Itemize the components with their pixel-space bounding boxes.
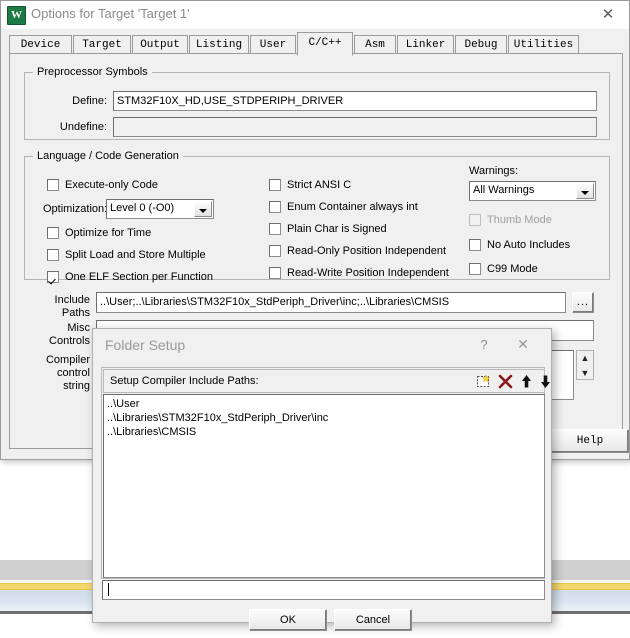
list-item[interactable]: ..\User xyxy=(107,397,541,411)
compiler-control-label-line3: string xyxy=(63,380,90,392)
checkbox-strict-ansi-c[interactable] xyxy=(269,179,281,191)
scroll-up-icon[interactable]: ▲ xyxy=(577,351,593,365)
checkbox-thumb-mode xyxy=(469,214,481,226)
close-icon[interactable]: ✕ xyxy=(511,335,535,353)
label-split-load-store: Split Load and Store Multiple xyxy=(65,249,206,261)
checkbox-read-only-position-independent[interactable] xyxy=(269,245,281,257)
move-up-icon[interactable] xyxy=(517,372,536,391)
checkbox-split-load-store[interactable] xyxy=(47,249,59,261)
label-c99-mode: C99 Mode xyxy=(487,263,538,275)
label-enum-container-int: Enum Container always int xyxy=(287,201,418,213)
tab-target[interactable]: Target xyxy=(73,35,131,54)
warnings-value: All Warnings xyxy=(473,184,535,196)
misc-controls-label-line2: Controls xyxy=(49,335,90,347)
include-paths-browse-button[interactable]: ... xyxy=(572,292,594,313)
tab-c-cpp[interactable]: C/C++ xyxy=(297,32,353,56)
text-caret xyxy=(108,583,109,596)
checkbox-execute-only-code[interactable] xyxy=(47,179,59,191)
label-thumb-mode: Thumb Mode xyxy=(487,214,552,226)
title-bar: W Options for Target 'Target 1' ✕ xyxy=(1,1,629,29)
label-execute-only-code: Execute-only Code xyxy=(65,179,158,191)
label-read-write-position-independent: Read-Write Position Independent xyxy=(287,267,449,279)
misc-controls-label-line1: Misc xyxy=(67,322,90,334)
checkbox-enum-container-int[interactable] xyxy=(269,201,281,213)
scroll-down-icon[interactable]: ▼ xyxy=(577,366,593,380)
chevron-down-icon[interactable] xyxy=(576,183,594,199)
tab-device[interactable]: Device xyxy=(9,35,72,54)
setup-include-paths-label: Setup Compiler Include Paths: xyxy=(110,375,259,387)
help-button[interactable]: Help xyxy=(551,429,629,453)
folder-setup-title: Folder Setup xyxy=(105,337,186,353)
preprocessor-symbols-group: Preprocessor Symbols Define: STM32F10X_H… xyxy=(24,66,610,140)
new-path-input[interactable] xyxy=(102,580,545,600)
undefine-label: Undefine: xyxy=(59,121,107,133)
keil-uvision-icon: W xyxy=(7,6,26,25)
help-icon[interactable]: ? xyxy=(476,337,492,352)
undefine-input[interactable] xyxy=(113,117,597,137)
tab-listing[interactable]: Listing xyxy=(189,35,249,54)
new-folder-icon[interactable] xyxy=(474,372,493,391)
compiler-control-scroll-spinner[interactable]: ▲ ▼ xyxy=(576,350,594,380)
include-paths-input[interactable]: ..\User;..\Libraries\STM32F10x_StdPeriph… xyxy=(96,292,566,313)
list-item[interactable]: ..\Libraries\CMSIS xyxy=(107,425,541,439)
preprocessor-group-title: Preprocessor Symbols xyxy=(33,66,152,78)
folder-setup-toolbar: Setup Compiler Include Paths: xyxy=(103,369,550,393)
label-no-auto-includes: No Auto Includes xyxy=(487,239,571,251)
checkbox-read-write-position-independent[interactable] xyxy=(269,267,281,279)
label-read-only-position-independent: Read-Only Position Independent xyxy=(287,245,446,257)
checkbox-no-auto-includes[interactable] xyxy=(469,239,481,251)
warnings-label: Warnings: xyxy=(469,165,519,177)
chevron-down-icon[interactable] xyxy=(194,201,212,217)
language-code-generation-group: Language / Code Generation Execute-only … xyxy=(24,150,610,283)
tab-debug[interactable]: Debug xyxy=(455,35,507,54)
define-label: Define: xyxy=(72,95,107,107)
checkbox-one-elf-section[interactable] xyxy=(47,271,59,283)
ok-button[interactable]: OK xyxy=(249,609,327,631)
list-item[interactable]: ..\Libraries\STM32F10x_StdPeriph_Driver\… xyxy=(107,411,541,425)
tab-strip: Device Target Output Listing User C/C++ … xyxy=(9,32,623,56)
include-paths-label-line1: Include xyxy=(54,294,90,306)
close-icon[interactable]: ✕ xyxy=(591,4,625,26)
folder-setup-body: Setup Compiler Include Paths: ..\User ..… xyxy=(101,367,550,579)
label-strict-ansi-c: Strict ANSI C xyxy=(287,179,352,191)
label-plain-char-signed: Plain Char is Signed xyxy=(287,223,387,235)
checkbox-plain-char-signed[interactable] xyxy=(269,223,281,235)
tab-asm[interactable]: Asm xyxy=(354,35,396,54)
warnings-select[interactable]: All Warnings xyxy=(469,181,596,201)
delete-icon[interactable] xyxy=(496,372,515,391)
tab-user[interactable]: User xyxy=(250,35,296,54)
tab-linker[interactable]: Linker xyxy=(397,35,454,54)
cancel-button[interactable]: Cancel xyxy=(334,609,412,631)
include-paths-label-line2: Paths xyxy=(61,307,90,319)
optimization-select[interactable]: Level 0 (-O0) xyxy=(106,199,214,219)
checkbox-optimize-for-time[interactable] xyxy=(47,227,59,239)
compiler-control-label-line2: control xyxy=(56,367,90,379)
language-group-title: Language / Code Generation xyxy=(33,150,183,162)
tab-output[interactable]: Output xyxy=(132,35,188,54)
tab-utilities[interactable]: Utilities xyxy=(508,35,579,54)
label-one-elf-section: One ELF Section per Function xyxy=(65,271,213,283)
define-input[interactable]: STM32F10X_HD,USE_STDPERIPH_DRIVER xyxy=(113,91,597,111)
window-title: Options for Target 'Target 1' xyxy=(31,6,190,21)
folder-setup-dialog: Folder Setup ? ✕ Setup Compiler Include … xyxy=(92,328,552,631)
checkbox-c99-mode[interactable] xyxy=(469,263,481,275)
include-paths-listbox[interactable]: ..\User ..\Libraries\STM32F10x_StdPeriph… xyxy=(103,394,545,578)
optimization-value: Level 0 (-O0) xyxy=(110,202,175,214)
move-down-icon[interactable] xyxy=(536,372,555,391)
label-optimize-for-time: Optimize for Time xyxy=(65,227,152,239)
compiler-control-label-line1: Compiler xyxy=(45,354,90,366)
optimization-label: Optimization: xyxy=(43,203,108,215)
